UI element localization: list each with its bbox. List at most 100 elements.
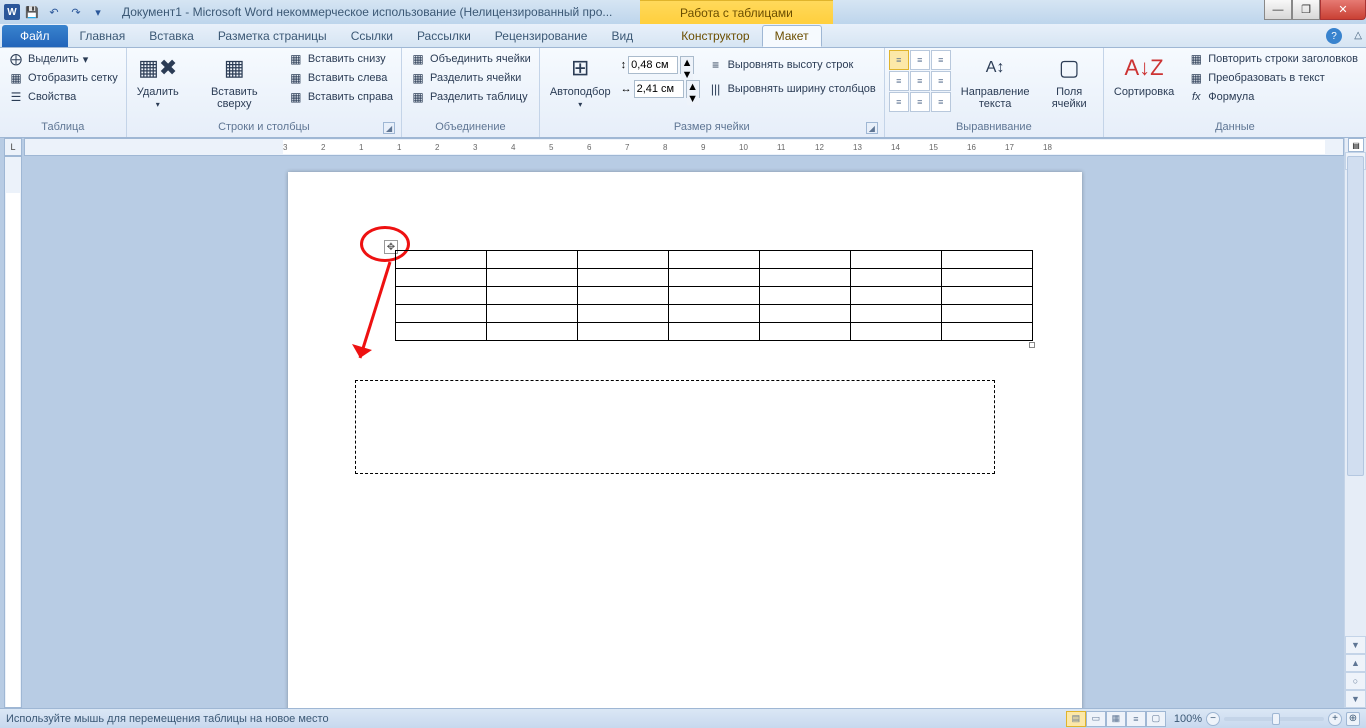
align-tr[interactable]: ≡ [931,50,951,70]
group-table: ⨁Выделить ▾ ▦Отобразить сетку ☰Свойства … [0,48,127,137]
width-icon: ↔ [621,83,632,95]
window-controls: — ❐ ✕ [1264,0,1366,20]
repeat-header-button[interactable]: ▦ Повторить строки заголовков [1184,50,1362,68]
vertical-scrollbar[interactable]: ▤ ▲ ▼ ▲ ○ ▼ [1344,138,1366,708]
group-alignment-label: Выравнивание [889,121,1099,137]
sort-button[interactable]: A↓Z Сортировка [1108,50,1180,100]
rowscols-dialog-launcher[interactable]: ◢ [383,122,395,134]
dist-cols-icon: ||| [708,81,724,97]
autofit-button[interactable]: ⊞ Автоподбор▾ [544,50,617,111]
web-layout-view[interactable]: ▦ [1106,711,1126,727]
repeat-icon: ▦ [1188,51,1204,67]
fullscreen-reading-view[interactable]: ▭ [1086,711,1106,727]
view-gridlines-button[interactable]: ▦Отобразить сетку [4,69,122,87]
tab-home[interactable]: Главная [68,25,138,47]
minimize-button[interactable]: — [1264,0,1292,20]
tab-stop-selector[interactable]: L [4,138,22,156]
zoom-thumb[interactable] [1272,713,1280,725]
align-mc[interactable]: ≡ [910,71,930,91]
split-cells-button[interactable]: ▦Разделить ячейки [406,69,535,87]
dist-rows-label: Выровнять высоту строк [728,59,854,71]
align-tc[interactable]: ≡ [910,50,930,70]
tab-layout[interactable]: Макет [762,25,822,47]
save-button[interactable]: 💾 [22,3,42,21]
tab-references[interactable]: Ссылки [339,25,405,47]
cellsize-dialog-launcher[interactable]: ◢ [866,122,878,134]
text-direction-button[interactable]: A↕ Направление текста [955,50,1036,112]
group-rowscols: ▦✖ Удалить▾ ▦ Вставить сверху ▦Вставить … [127,48,402,137]
col-width-input[interactable]: ↔ ▲▼ [621,80,700,98]
document-table[interactable] [395,250,1033,341]
maximize-button[interactable]: ❐ [1292,0,1320,20]
zoom-out-button[interactable]: − [1206,712,1220,726]
next-page-button[interactable]: ▼ [1345,690,1366,708]
insert-left-button[interactable]: ▦Вставить слева [284,69,397,87]
tab-design[interactable]: Конструктор [669,25,761,47]
browse-object-button[interactable]: ○ [1345,672,1366,690]
horizontal-ruler[interactable]: 321123456789101112131415161718 [24,138,1344,156]
align-bc[interactable]: ≡ [910,92,930,112]
sort-icon: A↓Z [1128,52,1160,84]
document-area[interactable]: ✥ [24,156,1344,708]
properties-icon: ☰ [8,89,24,105]
tab-mailings[interactable]: Рассылки [405,25,483,47]
row-height-input[interactable]: ↕▲▼ [621,56,700,74]
delete-button[interactable]: ▦✖ Удалить▾ [131,50,185,111]
split-table-button[interactable]: ▦Разделить таблицу [406,88,535,106]
cell-margins-button[interactable]: ▢ Поля ячейки [1040,50,1099,112]
tab-review[interactable]: Рецензирование [483,25,600,47]
tab-insert[interactable]: Вставка [137,25,206,47]
redo-button[interactable]: ↷ [66,3,86,21]
outline-view[interactable]: ≡ [1126,711,1146,727]
convert-text-button[interactable]: ▦Преобразовать в текст [1184,69,1362,87]
width-field[interactable] [634,80,684,98]
prev-page-button[interactable]: ▲ [1345,654,1366,672]
workspace: L 321123456789101112131415161718 ✥ ▤ ▲ ▼… [0,138,1366,708]
height-field[interactable] [628,56,678,74]
undo-button[interactable]: ↶ [44,3,64,21]
tab-pagelayout[interactable]: Разметка страницы [206,25,339,47]
close-button[interactable]: ✕ [1320,0,1366,20]
zoom-fit-button[interactable]: ⊕ [1346,712,1360,726]
align-mr[interactable]: ≡ [931,71,951,91]
align-bl[interactable]: ≡ [889,92,909,112]
scroll-down-button[interactable]: ▼ [1345,636,1366,654]
insert-right-button[interactable]: ▦Вставить справа [284,88,397,106]
group-data-label: Данные [1108,121,1362,137]
insert-right-label: Вставить справа [308,91,393,103]
select-button[interactable]: ⨁Выделить ▾ [4,50,122,68]
dist-rows-icon: ≡ [708,57,724,73]
draft-view[interactable]: ▢ [1146,711,1166,727]
table-resize-handle[interactable] [1029,342,1035,348]
vertical-ruler-area [0,156,24,708]
distribute-rows-button[interactable]: ≡ Выровнять высоту строк [704,56,880,74]
ruler-toggle[interactable]: ▤ [1348,138,1364,152]
print-layout-view[interactable]: ▤ [1066,711,1086,727]
alignment-grid: ≡≡≡ ≡≡≡ ≡≡≡ [889,50,951,112]
ribbon-collapse-icon[interactable]: △ [1354,30,1362,41]
zoom-level[interactable]: 100% [1174,713,1202,725]
align-tl[interactable]: ≡ [889,50,909,70]
formula-button[interactable]: fxФормула [1184,88,1362,106]
word-icon: W [4,4,20,20]
delete-icon: ▦✖ [142,52,174,84]
zoom-slider[interactable] [1224,717,1324,721]
width-spinner[interactable]: ▲▼ [686,80,700,98]
insert-above-button[interactable]: ▦ Вставить сверху [189,50,280,112]
properties-button[interactable]: ☰Свойства [4,88,122,106]
insert-below-button[interactable]: ▦Вставить снизу [284,50,397,68]
distribute-cols-button[interactable]: |||Выровнять ширину столбцов [704,80,880,98]
qat-customize[interactable]: ▾ [88,3,108,21]
height-spinner[interactable]: ▲▼ [680,56,694,74]
tab-view[interactable]: Вид [599,25,645,47]
align-br[interactable]: ≡ [931,92,951,112]
align-ml[interactable]: ≡ [889,71,909,91]
file-tab[interactable]: Файл [2,25,68,47]
repeat-label: Повторить строки заголовков [1208,53,1358,65]
ribbon: ⨁Выделить ▾ ▦Отобразить сетку ☰Свойства … [0,48,1366,138]
zoom-in-button[interactable]: + [1328,712,1342,726]
help-icon[interactable]: ? [1326,28,1342,44]
scroll-thumb[interactable] [1347,156,1364,476]
vertical-ruler[interactable] [4,156,22,708]
merge-cells-button[interactable]: ▦Объединить ячейки [406,50,535,68]
